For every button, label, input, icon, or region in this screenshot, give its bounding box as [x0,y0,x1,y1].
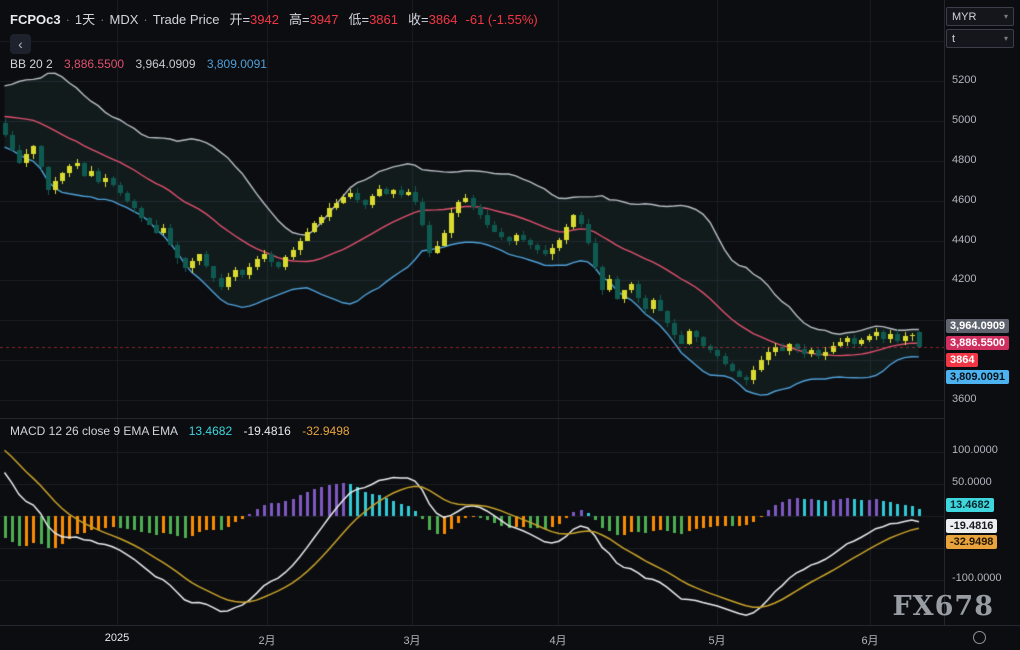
macd-line-tag: -19.4816 [946,519,997,533]
unit-select[interactable]: t ▾ [946,29,1014,48]
close-label: 收= [408,12,429,27]
time-axis-label[interactable]: 2025 [105,632,129,644]
price-axis-label: 3600 [952,393,976,405]
time-axis-label[interactable]: 5月 [708,632,725,648]
bb-upper-value: 3,964.0909 [135,57,195,71]
price-axis-label: 5000 [952,114,976,126]
bb-basis-value: 3,886.5500 [64,57,124,71]
time-axis-settings-icon[interactable] [973,631,986,644]
macd-axis-label: 100.0000 [952,444,998,456]
last-price-tag: 3864 [946,353,978,367]
chevron-down-icon: ▾ [1004,12,1008,21]
macd-hist-tag: 13.4682 [946,498,994,512]
bb-basis-tag: 3,886.5500 [946,336,1009,350]
unit-value: t [952,33,955,45]
time-axis-label[interactable]: 3月 [403,632,420,648]
time-scale[interactable]: 2025 2月 3月 4月 5月 6月 [0,625,1020,650]
exchange-label: MDX [110,12,139,27]
high-value: 3947 [310,12,339,27]
low-label: 低= [348,12,369,27]
low-value: 3861 [369,12,398,27]
separator-dot: · [143,12,147,27]
price-scale[interactable]: 5200 5000 4800 4600 4400 4200 3600 3,964.0909 3,… [944,0,1020,625]
open-value: 3942 [250,12,279,27]
high-label: 高= [289,12,310,27]
price-axis-label: 5200 [952,74,976,86]
macd-chart-canvas[interactable] [0,418,944,625]
macd-axis-label: 50.0000 [952,476,992,488]
chart-window: FCPOc3·1天·MDX·Trade Price开=3942高=3947低=3… [0,0,1020,650]
price-axis-label: 4800 [952,154,976,166]
symbol-name[interactable]: FCPOc3 [10,12,61,27]
bb-lower-tag: 3,809.0091 [946,370,1009,384]
time-axis-label[interactable]: 2月 [258,632,275,648]
price-axis-label: 4200 [952,273,976,285]
price-axis-label: 4400 [952,234,976,246]
series-type-label: Trade Price [153,12,220,27]
change-value: -61 (-1.55%) [466,12,538,27]
macd-axis-label: -100.0000 [952,572,1002,584]
price-axis-label: 4600 [952,194,976,206]
chart-header: FCPOc3·1天·MDX·Trade Price开=3942高=3947低=3… [10,9,538,28]
time-axis-label[interactable]: 6月 [861,632,878,648]
currency-value: MYR [952,11,976,23]
interval-label[interactable]: 1天 [75,12,95,27]
macd-histogram-value: 13.4682 [189,424,232,438]
chevron-down-icon: ▾ [1004,34,1008,43]
macd-indicator-legend[interactable]: MACD 12 26 close 9 EMA EMA 13.4682 -19.4… [10,424,350,438]
bb-upper-tag: 3,964.0909 [946,319,1009,333]
macd-signal-value: -32.9498 [302,424,349,438]
open-label: 开= [229,12,250,27]
separator-dot: · [66,12,70,27]
currency-select[interactable]: MYR ▾ [946,7,1014,26]
time-axis-label[interactable]: 4月 [549,632,566,648]
macd-line-value: -19.4816 [243,424,290,438]
bb-lower-value: 3,809.0091 [207,57,267,71]
macd-signal-tag: -32.9498 [946,535,997,549]
separator-dot: · [100,12,104,27]
bb-legend-title: BB 20 2 [10,57,53,71]
close-value: 3864 [429,12,458,27]
back-button[interactable]: ‹ [10,34,31,54]
bb-indicator-legend[interactable]: BB 20 2 3,886.5500 3,964.0909 3,809.0091 [10,57,267,71]
macd-legend-title: MACD 12 26 close 9 EMA EMA [10,424,177,438]
fx678-watermark: FX678 [893,591,994,622]
